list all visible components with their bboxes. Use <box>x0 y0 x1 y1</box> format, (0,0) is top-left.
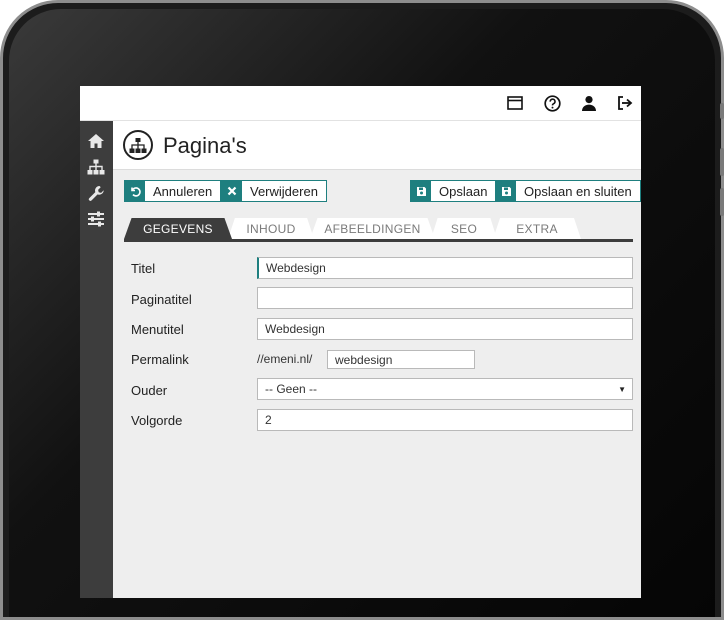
permalink-label: Permalink <box>131 352 189 367</box>
sitemap-icon[interactable] <box>86 157 106 177</box>
tab-label: AFBEELDINGEN <box>324 221 421 236</box>
tab-label: GEGEVENS <box>143 221 213 236</box>
tab-afbeeldingen[interactable]: AFBEELDINGEN <box>310 218 435 239</box>
menutitel-label: Menutitel <box>131 322 184 337</box>
sidebar-rail <box>80 121 113 598</box>
tab-underline <box>124 239 633 242</box>
save-button-label: Opslaan <box>439 183 488 199</box>
sitemap-icon <box>123 130 153 160</box>
volgorde-value: 2 <box>265 413 272 427</box>
paginatitel-label: Paginatitel <box>131 292 192 307</box>
save-close-button-label: Opslaan en sluiten <box>524 183 632 199</box>
window-icon[interactable] <box>505 93 525 113</box>
permalink-value: webdesign <box>335 352 393 367</box>
menutitel-value: Webdesign <box>265 322 325 336</box>
ouder-select[interactable]: -- Geen -- ▼ <box>257 378 633 400</box>
titel-value: Webdesign <box>266 261 326 275</box>
cancel-button[interactable]: Annuleren <box>124 180 222 202</box>
volgorde-label: Volgorde <box>131 413 183 428</box>
permalink-input[interactable]: webdesign <box>327 350 475 369</box>
save-button[interactable]: Opslaan <box>410 180 497 202</box>
wrench-icon[interactable] <box>86 183 106 203</box>
tab-inhoud[interactable]: INHOUD <box>228 218 314 239</box>
side-button <box>720 188 724 216</box>
tab-label: SEO <box>450 221 478 236</box>
tab-seo[interactable]: SEO <box>431 218 497 239</box>
permalink-prefix: //emeni.nl/ <box>257 352 313 366</box>
tab-label: INHOUD <box>246 221 296 236</box>
tab-extra[interactable]: EXTRA <box>493 218 581 239</box>
paginatitel-input[interactable] <box>257 287 633 309</box>
tab-label: EXTRA <box>516 221 558 236</box>
caret-down-icon: ▼ <box>618 385 626 394</box>
app-screen: Pagina's Annuleren Verwijderen Opslaan O… <box>80 86 641 598</box>
tab-bar: GEGEVENS INHOUD AFBEELDINGEN SEO EXTRA <box>124 218 633 242</box>
save-close-button[interactable]: Opslaan en sluiten <box>495 180 641 202</box>
titel-label: Titel <box>131 261 156 276</box>
tab-gegevens[interactable]: GEGEVENS <box>124 218 232 239</box>
floppy-icon <box>496 181 516 201</box>
top-bar <box>80 86 641 121</box>
undo-icon <box>125 181 145 201</box>
close-icon <box>222 181 242 201</box>
cancel-button-label: Annuleren <box>153 183 213 199</box>
side-button <box>720 148 724 176</box>
ouder-value: -- Geen -- <box>265 382 318 396</box>
help-icon[interactable] <box>542 93 562 113</box>
titel-input[interactable]: Webdesign <box>257 257 633 279</box>
floppy-icon <box>411 181 431 201</box>
delete-button[interactable]: Verwijderen <box>221 180 327 202</box>
side-button <box>720 103 724 119</box>
delete-button-label: Verwijderen <box>250 183 318 199</box>
volgorde-input[interactable]: 2 <box>257 409 633 431</box>
home-icon[interactable] <box>86 131 106 151</box>
user-icon[interactable] <box>579 93 599 113</box>
sliders-icon[interactable] <box>86 209 106 229</box>
ouder-label: Ouder <box>131 383 168 398</box>
page-title: Pagina's <box>163 133 247 158</box>
logout-icon[interactable] <box>615 93 635 113</box>
menutitel-input[interactable]: Webdesign <box>257 318 633 340</box>
page-header: Pagina's <box>113 121 641 170</box>
